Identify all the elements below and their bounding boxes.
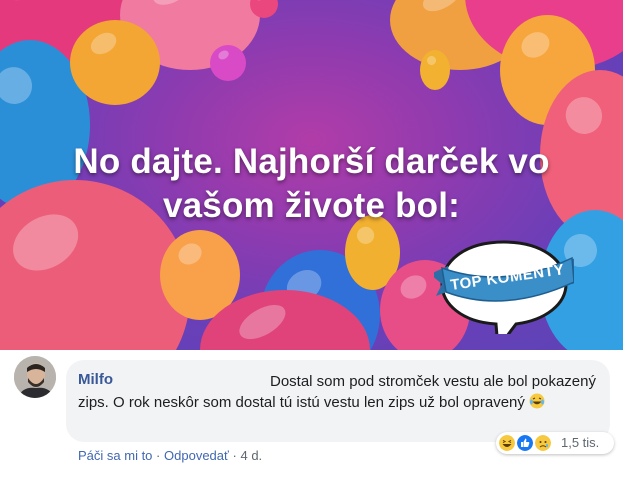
avatar[interactable] xyxy=(14,356,56,398)
balloon xyxy=(70,20,160,105)
balloon xyxy=(420,50,450,90)
reaction-count: 1,5 tis. xyxy=(561,435,600,450)
haha-icon xyxy=(499,435,515,451)
comment-bubble: Milfo Dostal som pod stromček vestu ale … xyxy=(66,360,610,442)
avatar-photo-icon xyxy=(14,356,56,398)
reply-link[interactable]: Odpovedať xyxy=(164,448,229,463)
comment-time[interactable]: 4 d. xyxy=(240,448,262,463)
headline-line-1: No dajte. Najhorší darček vo xyxy=(73,142,550,181)
top-comments-badge: TOP KOMENTY xyxy=(434,240,574,334)
headline-line-2: vašom živote bol: xyxy=(162,186,461,225)
balloon xyxy=(210,45,246,81)
laughing-tears-emoji-icon xyxy=(529,393,545,409)
comment-actions: Páči sa mi to · Odpovedať · 4 d. xyxy=(78,448,262,463)
comment-text: Dostal som pod stromček vestu ale bol po… xyxy=(78,371,598,413)
like-link[interactable]: Páči sa mi to xyxy=(78,448,152,463)
reactions-summary[interactable]: 1,5 tis. xyxy=(496,432,614,454)
sad-icon xyxy=(535,435,551,451)
separator: · xyxy=(156,448,161,463)
comment-body: Dostal som pod stromček vestu ale bol po… xyxy=(78,373,596,411)
separator: · xyxy=(232,448,237,463)
like-icon xyxy=(517,435,533,451)
post-image-banner[interactable]: No dajte. Najhorší darček vo vašom život… xyxy=(0,0,623,350)
headline: No dajte. Najhorší darček vo vašom život… xyxy=(0,140,623,228)
